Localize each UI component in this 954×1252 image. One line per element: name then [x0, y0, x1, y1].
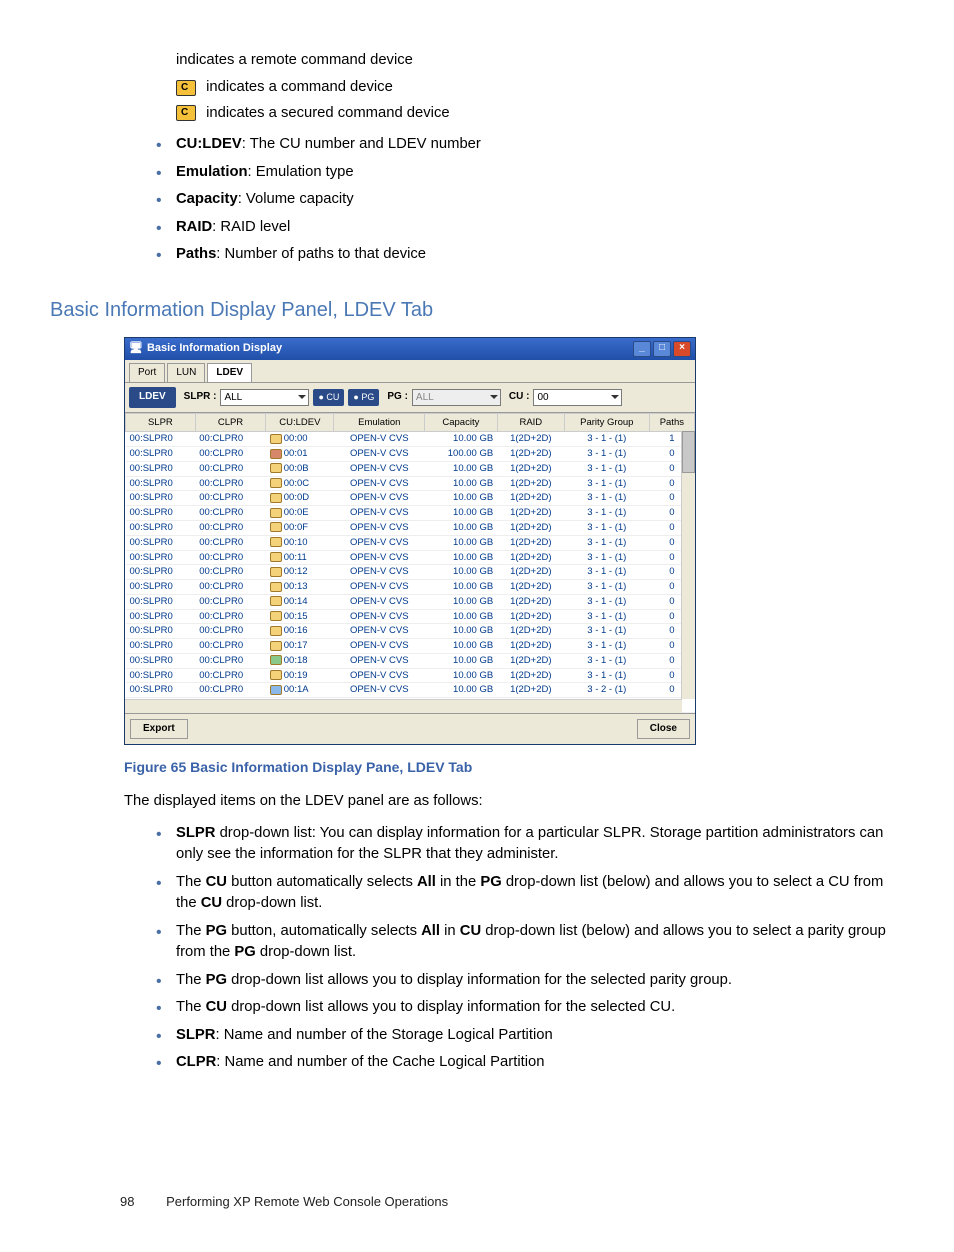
volume-icon	[270, 508, 282, 518]
table-row[interactable]: 00:SLPR000:CLPR000:10OPEN-V CVS10.00 GB1…	[126, 535, 695, 550]
table-header-row: SLPRCLPRCU:LDEVEmulationCapacityRAIDPari…	[126, 413, 695, 432]
list-item: The CU drop-down list allows you to disp…	[156, 997, 894, 1018]
volume-icon	[270, 552, 282, 562]
table-row[interactable]: 00:SLPR000:CLPR000:14OPEN-V CVS10.00 GB1…	[126, 594, 695, 609]
volume-icon	[270, 582, 282, 592]
titlebar: 🖥Basic Information Display _ □ ×	[125, 338, 695, 360]
cu-label: CU :	[509, 390, 530, 405]
table-row[interactable]: 00:SLPR000:CLPR000:19OPEN-V CVS10.00 GB1…	[126, 668, 695, 683]
col-header[interactable]: Parity Group	[564, 413, 649, 432]
volume-icon	[270, 641, 282, 651]
bottom-bar: Export Close	[125, 713, 695, 745]
close-window-button[interactable]: ×	[673, 341, 691, 357]
volume-icon	[270, 478, 282, 488]
page-footer: 98 Performing XP Remote Web Console Oper…	[120, 1193, 894, 1212]
tab-ldev[interactable]: LDEV	[207, 363, 252, 383]
minimize-button[interactable]: _	[633, 341, 651, 357]
table-row[interactable]: 00:SLPR000:CLPR000:0BOPEN-V CVS10.00 GB1…	[126, 461, 695, 476]
table-row[interactable]: 00:SLPR000:CLPR000:00OPEN-V CVS10.00 GB1…	[126, 432, 695, 447]
cu-radio-button[interactable]: ● CU	[313, 389, 344, 406]
tab-lun[interactable]: LUN	[167, 363, 205, 383]
col-header[interactable]: RAID	[497, 413, 564, 432]
col-header[interactable]: Capacity	[425, 413, 498, 432]
secured-command-device-icon	[176, 105, 196, 121]
volume-icon	[270, 449, 282, 459]
table-row[interactable]: 00:SLPR000:CLPR000:0FOPEN-V CVS10.00 GB1…	[126, 520, 695, 535]
volume-icon	[270, 522, 282, 532]
volume-icon	[270, 685, 282, 695]
volume-icon	[270, 463, 282, 473]
grid-area: SLPRCLPRCU:LDEVEmulationCapacityRAIDPari…	[125, 413, 695, 713]
intro-line-3: indicates a secured command device	[176, 103, 894, 124]
volume-icon	[270, 626, 282, 636]
tabs: Port LUN LDEV	[125, 360, 695, 384]
ldev-badge: LDEV	[129, 387, 176, 408]
table-row[interactable]: 00:SLPR000:CLPR000:1AOPEN-V CVS10.00 GB1…	[126, 683, 695, 698]
volume-icon	[270, 655, 282, 665]
vertical-scrollbar[interactable]	[681, 431, 695, 699]
volume-icon	[270, 670, 282, 680]
table-row[interactable]: 00:SLPR000:CLPR000:13OPEN-V CVS10.00 GB1…	[126, 580, 695, 595]
figure-caption: Figure 65 Basic Information Display Pane…	[124, 757, 894, 777]
table-row[interactable]: 00:SLPR000:CLPR000:17OPEN-V CVS10.00 GB1…	[126, 639, 695, 654]
section-heading: Basic Information Display Panel, LDEV Ta…	[50, 296, 894, 325]
col-header[interactable]: CLPR	[195, 413, 265, 432]
horizontal-scrollbar[interactable]	[125, 699, 682, 713]
volume-icon	[270, 537, 282, 547]
table-row[interactable]: 00:SLPR000:CLPR000:0DOPEN-V CVS10.00 GB1…	[126, 491, 695, 506]
col-header[interactable]: SLPR	[126, 413, 196, 432]
window-title: 🖥Basic Information Display	[129, 341, 282, 357]
bottom-bullet-list: SLPR drop-down list: You can display inf…	[156, 823, 894, 1074]
intro-line-1: indicates a remote command device	[176, 50, 894, 71]
list-item: The PG drop-down list allows you to disp…	[156, 970, 894, 991]
table-row[interactable]: 00:SLPR000:CLPR000:0EOPEN-V CVS10.00 GB1…	[126, 506, 695, 521]
pg-label: PG :	[387, 390, 408, 405]
command-device-icon	[176, 80, 196, 96]
col-header[interactable]: Paths	[649, 413, 694, 432]
list-item: Emulation: Emulation type	[156, 162, 894, 183]
intro-line-2: indicates a command device	[176, 77, 894, 98]
top-bullet-list: CU:LDEV: The CU number and LDEV number Em…	[156, 134, 894, 265]
list-item: The PG button, automatically selects All…	[156, 921, 894, 964]
chapter-title: Performing XP Remote Web Console Operati…	[166, 1194, 448, 1209]
pg-dropdown[interactable]: ALL	[412, 389, 501, 406]
volume-icon	[270, 434, 282, 444]
table-row[interactable]: 00:SLPR000:CLPR000:15OPEN-V CVS10.00 GB1…	[126, 609, 695, 624]
ldev-table: SLPRCLPRCU:LDEVEmulationCapacityRAIDPari…	[125, 413, 695, 713]
list-item: CLPR: Name and number of the Cache Logic…	[156, 1052, 894, 1073]
cu-dropdown[interactable]: 00	[533, 389, 622, 406]
list-item: Paths: Number of paths to that device	[156, 244, 894, 265]
list-item: RAID: RAID level	[156, 217, 894, 238]
col-header[interactable]: Emulation	[334, 413, 425, 432]
list-item: Capacity: Volume capacity	[156, 189, 894, 210]
intro-text-2: indicates a command device	[202, 79, 393, 95]
pg-radio-button[interactable]: ● PG	[348, 389, 379, 406]
volume-icon	[270, 493, 282, 503]
list-item: CU:LDEV: The CU number and LDEV number	[156, 134, 894, 155]
table-row[interactable]: 00:SLPR000:CLPR000:11OPEN-V CVS10.00 GB1…	[126, 550, 695, 565]
slpr-dropdown[interactable]: ALL	[220, 389, 309, 406]
intro-text-3: indicates a secured command device	[202, 105, 450, 121]
volume-icon	[270, 567, 282, 577]
slpr-label: SLPR :	[184, 390, 217, 405]
basic-info-window: 🖥Basic Information Display _ □ × Port LU…	[124, 337, 696, 746]
list-item: SLPR drop-down list: You can display inf…	[156, 823, 894, 866]
list-item: The CU button automatically selects All …	[156, 872, 894, 915]
after-figure-paragraph: The displayed items on the LDEV panel ar…	[124, 791, 894, 812]
close-button[interactable]: Close	[637, 719, 690, 740]
volume-icon	[270, 596, 282, 606]
tab-port[interactable]: Port	[129, 363, 165, 383]
col-header[interactable]: CU:LDEV	[266, 413, 334, 432]
table-row[interactable]: 00:SLPR000:CLPR000:12OPEN-V CVS10.00 GB1…	[126, 565, 695, 580]
controls-bar: LDEV SLPR : ALL ● CU ● PG PG : ALL CU : …	[125, 383, 695, 413]
maximize-button[interactable]: □	[653, 341, 671, 357]
page-number: 98	[120, 1194, 134, 1209]
table-row[interactable]: 00:SLPR000:CLPR000:01OPEN-V CVS100.00 GB…	[126, 447, 695, 462]
export-button[interactable]: Export	[130, 719, 188, 740]
volume-icon	[270, 611, 282, 621]
table-row[interactable]: 00:SLPR000:CLPR000:0COPEN-V CVS10.00 GB1…	[126, 476, 695, 491]
table-row[interactable]: 00:SLPR000:CLPR000:16OPEN-V CVS10.00 GB1…	[126, 624, 695, 639]
table-row[interactable]: 00:SLPR000:CLPR000:18OPEN-V CVS10.00 GB1…	[126, 653, 695, 668]
list-item: SLPR: Name and number of the Storage Log…	[156, 1025, 894, 1046]
